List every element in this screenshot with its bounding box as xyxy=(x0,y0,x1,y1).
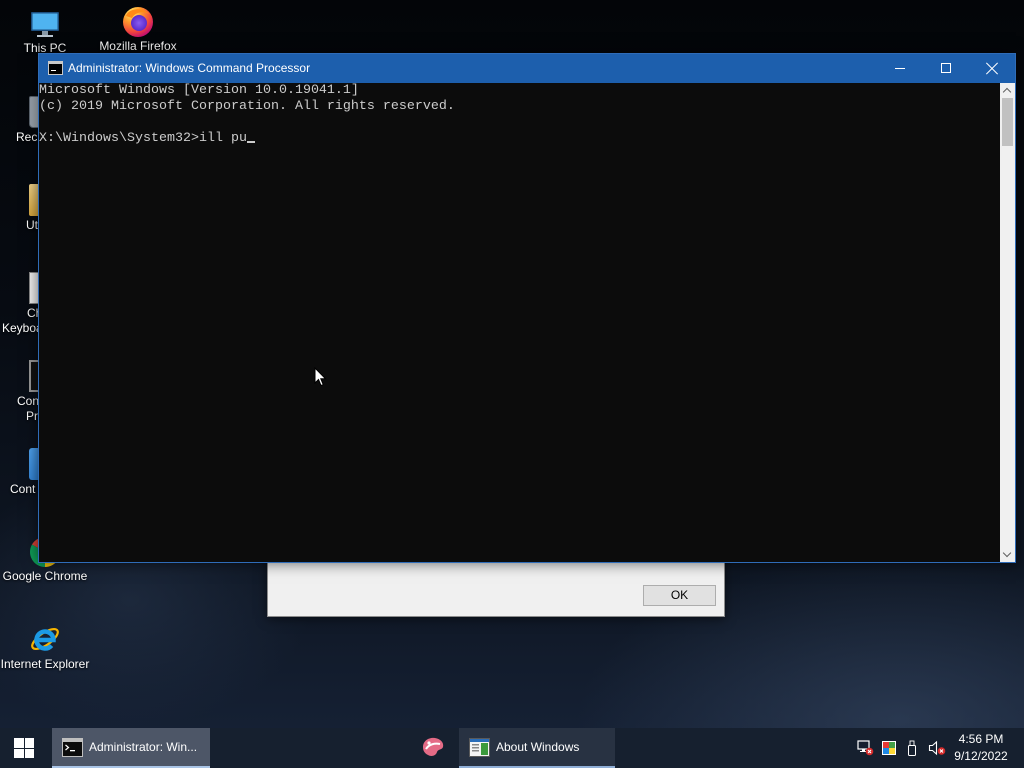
this-pc-icon xyxy=(31,12,59,37)
desktop-icon-label: Rec xyxy=(16,130,38,144)
color-icon[interactable] xyxy=(881,740,897,756)
desktop-icon-label: Mozilla Firefox xyxy=(99,39,177,53)
scroll-down-button[interactable] xyxy=(1000,547,1015,562)
desktop-icon-label: Pr xyxy=(26,409,38,423)
minimize-icon xyxy=(895,68,905,69)
prompt-line[interactable]: X:\Windows\System32>ill pu xyxy=(39,131,1000,147)
text-cursor xyxy=(246,141,255,143)
command-input[interactable]: ill pu xyxy=(199,131,247,146)
ok-button[interactable]: OK xyxy=(643,585,716,606)
prompt-path: X:\Windows\System32> xyxy=(39,131,199,146)
taskbar-item-command-prompt[interactable]: Administrator: Win... xyxy=(52,728,210,768)
mouse-cursor-icon xyxy=(314,367,327,387)
vertical-scrollbar[interactable] xyxy=(1000,83,1015,562)
clock-time: 4:56 PM xyxy=(958,732,1004,746)
network-disconnected-icon[interactable] xyxy=(857,740,874,756)
window-title: Administrator: Windows Command Processor xyxy=(68,61,311,75)
internet-explorer-icon xyxy=(31,627,59,651)
close-icon xyxy=(985,61,999,75)
clock-date: 9/12/2022 xyxy=(954,749,1008,763)
console-output-line: (c) 2019 Microsoft Corporation. All righ… xyxy=(39,99,455,114)
maximize-icon xyxy=(941,63,951,73)
console-area[interactable]: Microsoft Windows [Version 10.0.19041.1]… xyxy=(39,83,1000,562)
command-prompt-icon[interactable] xyxy=(48,61,63,75)
maximize-button[interactable] xyxy=(923,54,969,83)
about-windows-icon xyxy=(469,738,490,757)
clock[interactable]: 4:56 PM 9/12/2022 xyxy=(948,731,1014,765)
scroll-thumb[interactable] xyxy=(1002,98,1013,146)
taskbar-item-label: About Windows xyxy=(496,740,580,754)
console-output-line: Microsoft Windows [Version 10.0.19041.1] xyxy=(39,83,359,98)
volume-muted-icon[interactable] xyxy=(928,740,946,756)
taskbar-item-label: Administrator: Win... xyxy=(89,740,198,754)
desktop-icon-label: Ut xyxy=(26,218,38,232)
title-bar[interactable]: Administrator: Windows Command Processor xyxy=(39,54,1015,83)
removable-device-icon[interactable] xyxy=(906,740,918,757)
minimize-button[interactable] xyxy=(877,54,923,83)
command-prompt-icon xyxy=(62,738,83,757)
desktop-icon-label: Keyboa xyxy=(2,321,43,335)
close-button[interactable] xyxy=(969,54,1015,83)
desktop-icon-label: Google Chrome xyxy=(2,569,88,583)
desktop-icon-label: Con xyxy=(17,394,40,408)
desktop-icon-internet-explorer[interactable]: Internet Explorer xyxy=(0,624,90,688)
start-button[interactable] xyxy=(0,728,48,768)
taskbar-item-about-windows[interactable]: About Windows xyxy=(459,728,615,768)
firefox-icon xyxy=(123,7,153,37)
desktop-icon-label: Internet Explorer xyxy=(0,657,90,671)
windows-logo-icon xyxy=(14,738,34,758)
scroll-up-button[interactable] xyxy=(1000,83,1015,98)
pinned-app-icon[interactable] xyxy=(420,735,446,759)
taskbar[interactable]: Administrator: Win... About Windows 4:56… xyxy=(0,728,1024,768)
desktop-icon-label: Cont xyxy=(10,482,36,496)
command-prompt-window[interactable]: Administrator: Windows Command Processor… xyxy=(38,53,1016,563)
